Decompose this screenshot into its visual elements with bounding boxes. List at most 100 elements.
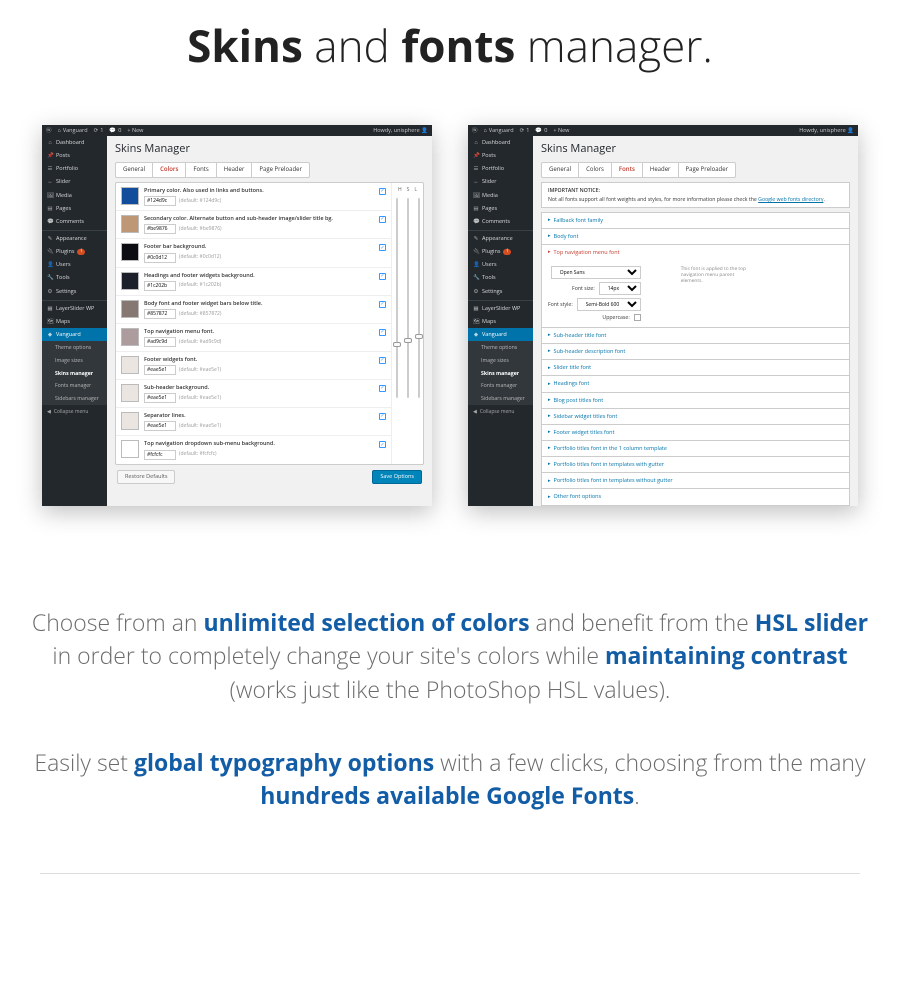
new-content[interactable]: + New xyxy=(553,127,569,134)
wp-logo-icon[interactable]: ⓦ xyxy=(472,127,478,134)
sidebar-item[interactable]: ⚙Settings xyxy=(42,285,107,298)
collapse-menu[interactable]: ◀Collapse menu xyxy=(468,405,533,420)
accordion-top-nav-font[interactable]: ▸Top navigation menu font xyxy=(541,244,850,261)
accordion-item[interactable]: ▸Fallback font family xyxy=(541,212,850,229)
row-checkbox[interactable]: ✓ xyxy=(379,188,386,195)
sidebar-item[interactable]: ◆Vanguard xyxy=(468,328,533,341)
sidebar-item[interactable]: ✎Appearance xyxy=(468,230,533,245)
sidebar-item[interactable]: ☰Portfolio xyxy=(468,162,533,175)
tab-page-preloader[interactable]: Page Preloader xyxy=(252,163,309,177)
row-checkbox[interactable]: ✓ xyxy=(379,329,386,336)
tab-header[interactable]: Header xyxy=(217,163,253,177)
site-name[interactable]: ⌂ Vanguard xyxy=(484,127,514,134)
tab-header[interactable]: Header xyxy=(643,163,679,177)
color-swatch[interactable] xyxy=(121,328,139,346)
color-swatch[interactable] xyxy=(121,272,139,290)
color-swatch[interactable] xyxy=(121,384,139,402)
accordion-item[interactable]: ▸Portfolio titles font in templates with… xyxy=(541,456,850,473)
sidebar-item[interactable]: 🖼Media xyxy=(468,189,533,202)
row-checkbox[interactable]: ✓ xyxy=(379,301,386,308)
restore-defaults-button[interactable]: Restore Defaults xyxy=(117,470,175,484)
accordion-item[interactable]: ▸Sidebar widget titles font xyxy=(541,408,850,425)
color-hex-input[interactable] xyxy=(144,281,176,291)
color-swatch[interactable] xyxy=(121,187,139,205)
color-hex-input[interactable] xyxy=(144,196,176,206)
uppercase-checkbox[interactable] xyxy=(634,314,641,321)
wp-logo-icon[interactable]: ⓦ xyxy=(46,127,52,134)
accordion-item[interactable]: ▸Portfolio titles font in templates with… xyxy=(541,472,850,489)
sidebar-item[interactable]: 💬Comments xyxy=(468,215,533,228)
row-checkbox[interactable]: ✓ xyxy=(379,216,386,223)
accordion-item[interactable]: ▸Headings font xyxy=(541,375,850,392)
sidebar-item[interactable]: ▤Pages xyxy=(468,202,533,215)
font-style-select[interactable]: Semi-Bold 600 xyxy=(577,298,641,311)
comments-icon[interactable]: 💬 0 xyxy=(109,127,121,134)
sidebar-subitem[interactable]: Sidebars manager xyxy=(468,392,533,405)
tab-fonts[interactable]: Fonts xyxy=(612,163,643,177)
row-checkbox[interactable]: ✓ xyxy=(379,413,386,420)
sidebar-item[interactable]: 📌Posts xyxy=(42,149,107,162)
site-name[interactable]: ⌂ Vanguard xyxy=(58,127,88,134)
sidebar-item[interactable]: 🗺Maps xyxy=(42,315,107,328)
color-swatch[interactable] xyxy=(121,300,139,318)
hue-slider[interactable] xyxy=(396,198,398,398)
new-content[interactable]: + New xyxy=(127,127,143,134)
color-hex-input[interactable] xyxy=(144,309,176,319)
sidebar-item[interactable]: 💬Comments xyxy=(42,215,107,228)
sidebar-item[interactable]: 🔧Tools xyxy=(468,271,533,284)
sidebar-item[interactable]: 🔧Tools xyxy=(42,271,107,284)
tab-page-preloader[interactable]: Page Preloader xyxy=(679,163,736,177)
sidebar-subitem[interactable]: Image sizes xyxy=(468,354,533,367)
color-hex-input[interactable] xyxy=(144,450,176,460)
howdy-user[interactable]: Howdy, unisphere 👤 xyxy=(373,127,428,134)
accordion-item[interactable]: ▸Slider title font xyxy=(541,359,850,376)
tab-colors[interactable]: Colors xyxy=(579,163,612,177)
color-swatch[interactable] xyxy=(121,243,139,261)
accordion-item[interactable]: ▸Blog post titles font xyxy=(541,392,850,409)
tab-general[interactable]: General xyxy=(116,163,153,177)
row-checkbox[interactable]: ✓ xyxy=(379,385,386,392)
row-checkbox[interactable]: ✓ xyxy=(379,244,386,251)
sidebar-subitem[interactable]: Theme options xyxy=(468,341,533,354)
howdy-user[interactable]: Howdy, unisphere 👤 xyxy=(799,127,854,134)
accordion-item[interactable]: ▸Other font options xyxy=(541,488,850,505)
sidebar-item[interactable]: ✎Appearance xyxy=(42,230,107,245)
color-hex-input[interactable] xyxy=(144,253,176,263)
sidebar-subitem[interactable]: Sidebars manager xyxy=(42,392,107,405)
row-checkbox[interactable]: ✓ xyxy=(379,357,386,364)
sidebar-item[interactable]: ▦LayerSlider WP xyxy=(42,300,107,315)
sidebar-item[interactable]: ▤Pages xyxy=(42,202,107,215)
sidebar-item[interactable]: ⌂Dashboard xyxy=(468,136,533,149)
sidebar-item[interactable]: ▦LayerSlider WP xyxy=(468,300,533,315)
sidebar-item[interactable]: 🔌Plugins1 xyxy=(42,245,107,258)
accordion-item[interactable]: ▸Sub-header description font xyxy=(541,343,850,360)
color-hex-input[interactable] xyxy=(144,365,176,375)
sidebar-item[interactable]: 👤Users xyxy=(42,258,107,271)
sidebar-subitem[interactable]: Fonts manager xyxy=(42,379,107,392)
sidebar-subitem[interactable]: Fonts manager xyxy=(468,379,533,392)
tab-fonts[interactable]: Fonts xyxy=(186,163,216,177)
sidebar-item[interactable]: 🔌Plugins1 xyxy=(468,245,533,258)
sidebar-item[interactable]: 📌Posts xyxy=(468,149,533,162)
sidebar-subitem[interactable]: Skins manager xyxy=(42,367,107,380)
font-size-select[interactable]: 14px xyxy=(599,282,641,295)
save-options-button[interactable]: Save Options xyxy=(372,470,422,484)
color-hex-input[interactable] xyxy=(144,421,176,431)
comments-icon[interactable]: 💬 0 xyxy=(535,127,547,134)
sidebar-item[interactable]: ⌂Dashboard xyxy=(42,136,107,149)
sidebar-item[interactable]: ◆Vanguard xyxy=(42,328,107,341)
tab-general[interactable]: General xyxy=(542,163,579,177)
color-swatch[interactable] xyxy=(121,440,139,458)
accordion-item[interactable]: ▸Sub-header title font xyxy=(541,327,850,344)
sidebar-item[interactable]: ⚙Settings xyxy=(468,285,533,298)
sidebar-subitem[interactable]: Skins manager xyxy=(468,367,533,380)
collapse-menu[interactable]: ◀Collapse menu xyxy=(42,405,107,420)
sidebar-item[interactable]: ☰Portfolio xyxy=(42,162,107,175)
updates-icon[interactable]: ⟳ 1 xyxy=(94,127,104,134)
sidebar-item[interactable]: 🖼Media xyxy=(42,189,107,202)
updates-icon[interactable]: ⟳ 1 xyxy=(520,127,530,134)
sidebar-subitem[interactable]: Image sizes xyxy=(42,354,107,367)
color-swatch[interactable] xyxy=(121,356,139,374)
color-swatch[interactable] xyxy=(121,215,139,233)
color-hex-input[interactable] xyxy=(144,393,176,403)
